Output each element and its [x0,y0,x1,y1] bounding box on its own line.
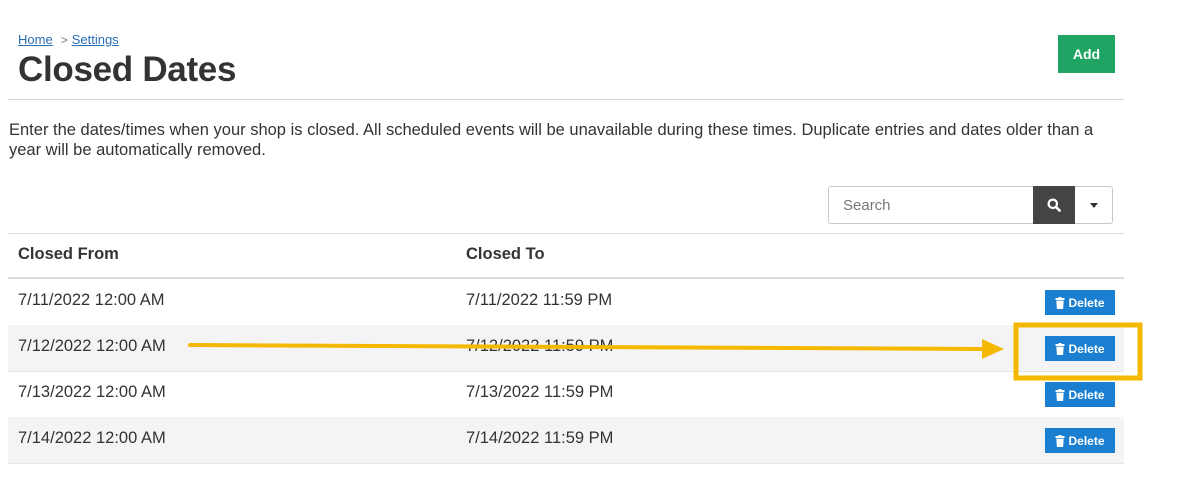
trash-icon [1055,296,1065,309]
page-title: Closed Dates [18,50,237,89]
table-row: 7/14/2022 12:00 AM 7/14/2022 11:59 PM De… [8,417,1124,464]
delete-label: Delete [1068,387,1105,402]
page-description: Enter the dates/times when your shop is … [9,121,1094,159]
closed-to-cell: 7/12/2022 11:59 PM [466,337,614,355]
closed-from-cell: 7/14/2022 12:00 AM [18,429,166,447]
breadcrumb-home-link[interactable]: Home [18,32,53,47]
closed-to-cell: 7/11/2022 11:59 PM [466,291,613,309]
closed-from-cell: 7/12/2022 12:00 AM [18,337,166,355]
delete-label: Delete [1068,341,1105,356]
delete-button[interactable]: Delete [1045,428,1115,453]
search-input[interactable] [828,186,1033,224]
closed-to-cell: 7/13/2022 11:59 PM [466,383,614,401]
search-button[interactable] [1033,186,1075,224]
closed-from-cell: 7/11/2022 12:00 AM [18,291,165,309]
add-button[interactable]: Add [1058,35,1115,73]
search-icon [1047,198,1061,212]
closed-from-cell: 7/13/2022 12:00 AM [18,383,166,401]
delete-label: Delete [1068,433,1105,448]
trash-icon [1055,342,1065,355]
search-options-dropdown[interactable] [1075,186,1113,224]
breadcrumb-separator: > [60,33,68,47]
table-row: 7/13/2022 12:00 AM 7/13/2022 11:59 PM De… [8,371,1124,418]
column-header-closed-from[interactable]: Closed From [18,245,119,264]
delete-button[interactable]: Delete [1045,382,1115,407]
table-row: 7/11/2022 12:00 AM 7/11/2022 11:59 PM De… [8,279,1124,326]
table-header: Closed From Closed To [8,234,1124,279]
trash-icon [1055,434,1065,447]
breadcrumb-settings-link[interactable]: Settings [72,32,119,47]
header-divider [8,99,1124,100]
delete-label: Delete [1068,295,1105,310]
table-row: 7/12/2022 12:00 AM 7/12/2022 11:59 PM De… [8,325,1124,372]
trash-icon [1055,388,1065,401]
column-header-closed-to[interactable]: Closed To [466,245,545,264]
caret-down-icon [1089,202,1098,208]
search-group [828,186,1113,224]
closed-to-cell: 7/14/2022 11:59 PM [466,429,614,447]
breadcrumb: Home > Settings [18,32,119,47]
delete-button[interactable]: Delete [1045,336,1115,361]
delete-button[interactable]: Delete [1045,290,1115,315]
